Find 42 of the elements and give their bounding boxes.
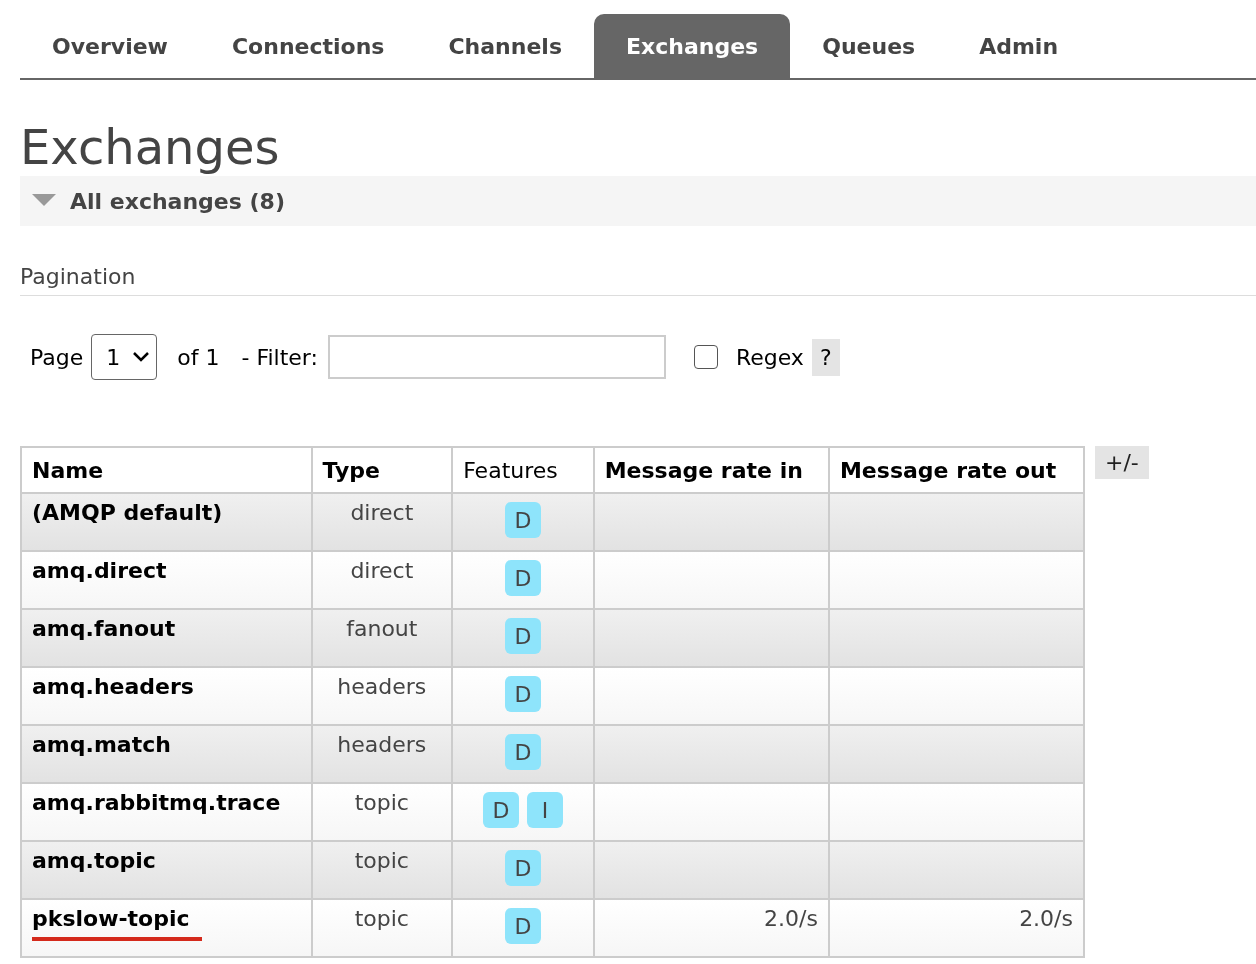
exchange-type: fanout bbox=[346, 616, 418, 641]
nav-tab[interactable]: Admin bbox=[947, 14, 1091, 78]
column-header: Message rate in bbox=[593, 447, 829, 493]
regex-label: Regex bbox=[735, 344, 804, 370]
regex-checkbox[interactable] bbox=[693, 345, 718, 369]
exchange-type: headers bbox=[337, 732, 427, 757]
columns-toggle-button[interactable]: +/- bbox=[1095, 446, 1149, 479]
column-header: Name bbox=[21, 447, 312, 493]
nav-tab[interactable]: Queues bbox=[790, 14, 948, 78]
nav-tab[interactable]: Channels bbox=[416, 14, 594, 78]
rate-value: 2.0/s bbox=[764, 906, 818, 931]
feature-badge: D bbox=[504, 734, 541, 770]
page-count: of 1 bbox=[177, 344, 220, 370]
feature-badge: D bbox=[504, 560, 541, 596]
section-title: All exchanges (8) bbox=[70, 188, 285, 214]
feature-badge: D bbox=[504, 502, 541, 538]
feature-badge: I bbox=[526, 792, 563, 828]
page-title: Exchanges bbox=[20, 118, 281, 176]
exchange-type: topic bbox=[354, 906, 409, 931]
exchange-type: direct bbox=[350, 558, 414, 583]
nav-tab[interactable]: Exchanges bbox=[594, 14, 791, 78]
section-header[interactable]: All exchanges (8) bbox=[20, 176, 1256, 226]
exchange-type: topic bbox=[354, 848, 409, 873]
column-header: Message rate out bbox=[828, 447, 1084, 493]
exchange-type: headers bbox=[337, 674, 427, 699]
page-select[interactable]: 1 bbox=[91, 334, 158, 380]
page-label: Page bbox=[30, 344, 84, 370]
filter-label: - Filter: bbox=[241, 344, 318, 370]
rate-value: 2.0/s bbox=[1019, 906, 1073, 931]
chevron-down-icon bbox=[132, 351, 151, 363]
filter-input[interactable] bbox=[327, 335, 666, 379]
pagination-heading: Pagination bbox=[20, 264, 1256, 296]
nav-tab[interactable]: Connections bbox=[199, 14, 417, 78]
feature-badge: D bbox=[504, 850, 541, 886]
feature-badge: D bbox=[504, 676, 541, 712]
exchange-type: direct bbox=[350, 500, 414, 525]
feature-badge: D bbox=[504, 618, 541, 654]
nav-tab[interactable]: Overview bbox=[20, 14, 200, 78]
feature-badge: D bbox=[504, 908, 541, 944]
help-button[interactable]: ? bbox=[811, 338, 840, 376]
feature-badge: D bbox=[482, 792, 519, 828]
exchange-type: topic bbox=[354, 790, 409, 815]
